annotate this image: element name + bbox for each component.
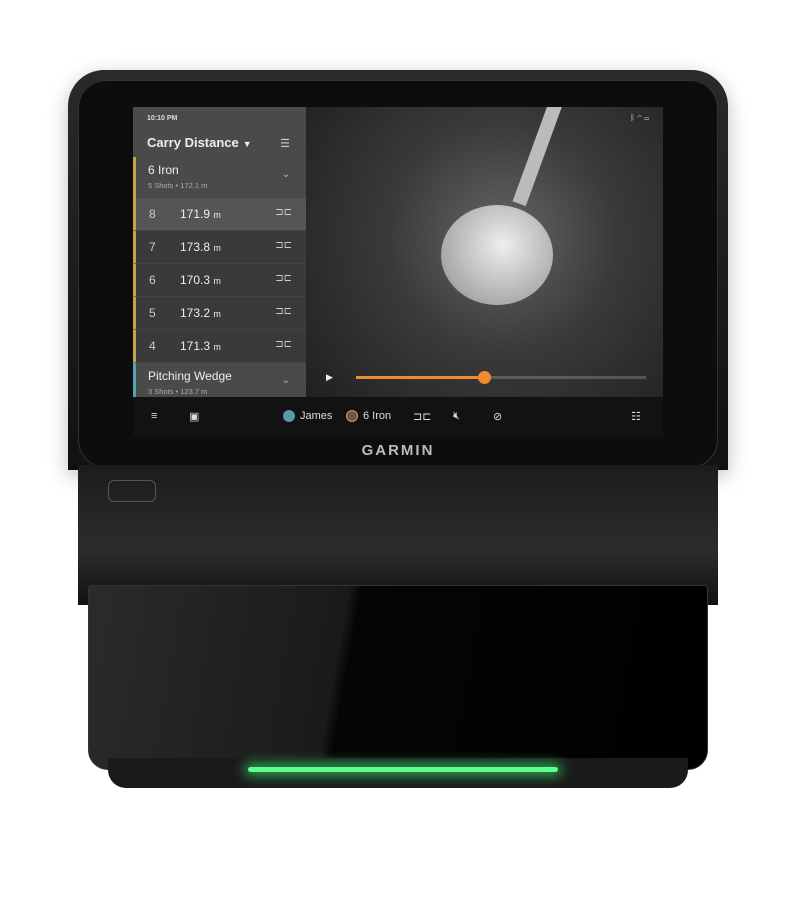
club-icon (346, 410, 358, 423)
menu-icon[interactable]: ≡ (151, 410, 157, 422)
user-selector[interactable]: James (283, 410, 333, 423)
shot-list-panel: 10:10 PM Carry Distance ▼ ☰ 6 Iron 5 Shot… (133, 107, 306, 405)
brand-logo: GARMIN (361, 442, 435, 459)
device-body (78, 465, 718, 605)
scrubber-fill (356, 376, 484, 379)
shot-compare-icon[interactable]: ⊐⊏ (413, 410, 431, 423)
shot-row[interactable]: 6 170.3 m ⊐⊏ (133, 264, 306, 297)
shot-number: 5 (149, 306, 156, 320)
camera-off-icon[interactable]: ⊘ (493, 410, 502, 423)
filter-icon[interactable]: ☰ (280, 137, 290, 150)
status-led (248, 767, 558, 772)
user-name: James (300, 410, 333, 422)
status-icons: ᛒ ◠ ▭ (630, 113, 649, 122)
club-name: 6 Iron (363, 410, 392, 422)
club-shaft (512, 107, 564, 207)
shot-row[interactable]: 8 171.9 m ⊐⊏ (133, 198, 306, 231)
shot-row[interactable]: 4 171.3 m ⊐⊏ (133, 330, 306, 363)
screen: ᛒ ◠ ▭ ▶ 10:10 PM Carry Distance ▼ ☰ 6 Iro… (133, 107, 663, 437)
shot-number: 8 (149, 207, 156, 221)
battery-icon: ▭ (644, 113, 649, 122)
group-name: Pitching Wedge (148, 369, 232, 383)
wifi-icon: ◠ (637, 113, 642, 122)
shot-row[interactable]: 7 173.8 m ⊐⊏ (133, 231, 306, 264)
club-selector[interactable]: 6 Iron (346, 410, 392, 423)
shot-value: 173.8 m (180, 240, 221, 254)
status-time: 10:10 PM (147, 115, 178, 122)
shot-number: 6 (149, 273, 156, 287)
sound-off-icon[interactable]: 🔇︎ (453, 410, 460, 423)
power-button[interactable] (108, 480, 156, 502)
compare-icon[interactable]: ⊐⊏ (275, 339, 292, 350)
shot-rows: 8 171.9 m ⊐⊏ 7 173.8 m ⊐⊏ 6 170.3 m ⊐⊏ 5 173.2 m ⊐⊏… (133, 198, 306, 363)
golf-ball (441, 205, 553, 305)
bluetooth-icon: ᛒ (630, 113, 635, 122)
compare-icon[interactable]: ⊐⊏ (275, 207, 292, 218)
shot-number: 4 (149, 339, 156, 353)
sensor-window (88, 585, 708, 770)
shot-value: 173.2 m (180, 306, 221, 320)
panel-toggle-icon[interactable]: ▣ (189, 410, 199, 423)
shot-number: 7 (149, 240, 156, 254)
compare-icon[interactable]: ⊐⊏ (275, 240, 292, 251)
shot-value: 171.3 m (180, 339, 221, 353)
scrubber-handle[interactable] (477, 371, 491, 384)
group-name: 6 Iron (148, 163, 179, 177)
chevron-down-icon: ⌄ (281, 169, 290, 180)
compare-icon[interactable]: ⊐⊏ (275, 306, 292, 317)
metric-label: Carry Distance (147, 135, 239, 150)
shot-row[interactable]: 5 173.2 m ⊐⊏ (133, 297, 306, 330)
device-base (108, 758, 688, 788)
compare-icon[interactable]: ⊐⊏ (275, 273, 292, 284)
caret-down-icon: ▼ (242, 139, 252, 149)
shot-value: 171.9 m (180, 207, 221, 221)
group-summary: 3 Shots • 123.7 m (148, 387, 208, 396)
metric-selector[interactable]: Carry Distance ▼ (147, 135, 252, 150)
avatar (283, 410, 295, 423)
group-summary: 5 Shots • 172.1 m (148, 181, 208, 190)
shot-value: 170.3 m (180, 273, 221, 287)
bottom-toolbar: ≡ ▣ James 6 Iron ⊐⊏ 🔇︎ ⊘ ☷ (133, 397, 663, 437)
video-scrubber[interactable] (356, 371, 646, 384)
play-button[interactable]: ▶ (326, 372, 333, 383)
settings-sliders-icon[interactable]: ☷ (631, 410, 641, 423)
shot-video[interactable]: ᛒ ◠ ▭ ▶ (306, 107, 663, 397)
club-group-6-iron[interactable]: 6 Iron 5 Shots • 172.1 m ⌄ (133, 157, 306, 199)
chevron-down-icon: ⌄ (281, 375, 290, 386)
